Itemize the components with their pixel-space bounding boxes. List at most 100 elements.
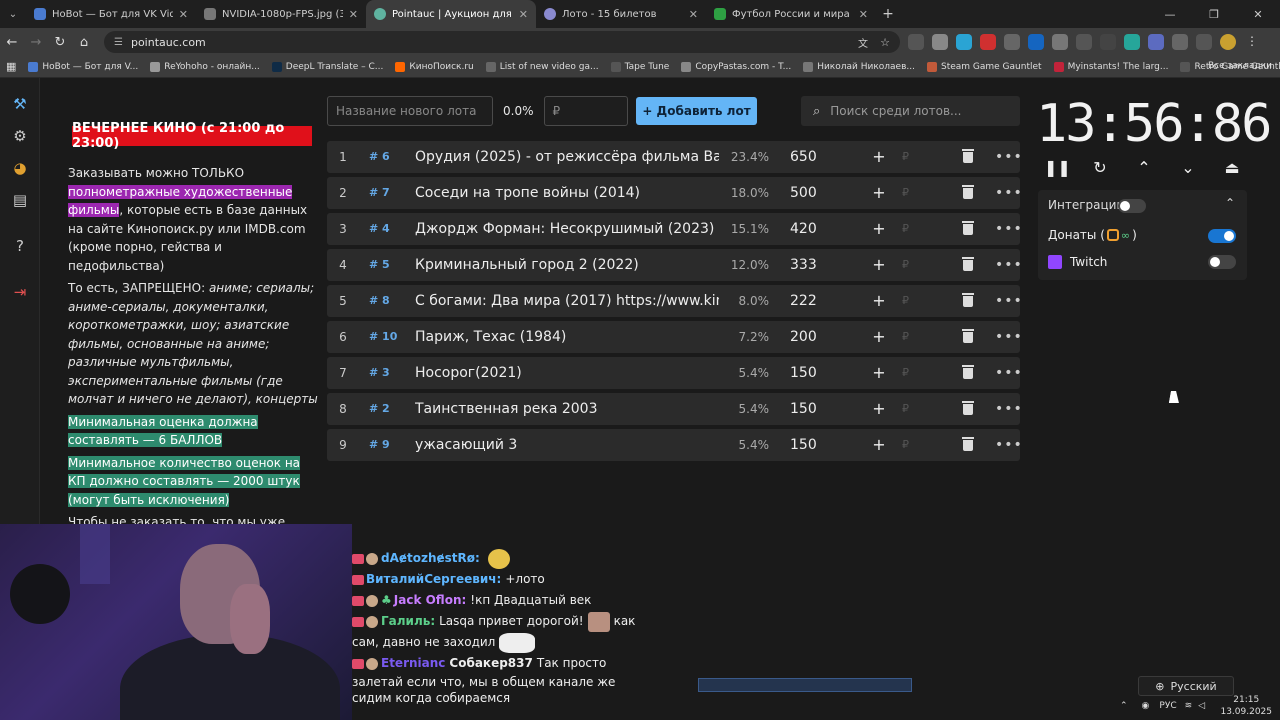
tray-chevron-icon[interactable]: ⌃ — [1120, 701, 1128, 711]
lot-name[interactable]: Соседи на тропе войны (2014) — [415, 177, 719, 209]
lot-name[interactable]: ужасающий 3 — [415, 429, 719, 461]
extension-icon[interactable] — [1148, 34, 1164, 50]
home-icon[interactable]: ⌂ — [72, 35, 96, 50]
lot-extra-input[interactable]: ₽ — [902, 393, 912, 425]
lot-add-amount-icon[interactable]: + — [872, 249, 886, 281]
timer-down-icon[interactable]: ⌄ — [1176, 158, 1200, 182]
tab-loto[interactable]: Лото - 15 билетов ✕ — [536, 0, 706, 28]
reload-icon[interactable]: ↻ — [48, 35, 72, 50]
puzzle-icon[interactable] — [1172, 34, 1188, 50]
close-window-icon[interactable]: ✕ — [1236, 8, 1280, 21]
more-options-icon[interactable]: ••• — [995, 249, 1022, 281]
help-icon[interactable]: ? — [10, 236, 30, 256]
delete-icon[interactable] — [962, 357, 975, 389]
lot-amount[interactable]: 150 — [790, 393, 830, 425]
bottom-action-bar[interactable] — [698, 678, 912, 692]
bookmark-item[interactable]: List of new video ga... — [480, 61, 605, 72]
auction-hammer-icon[interactable]: ⚒ — [10, 94, 30, 114]
close-icon[interactable]: ✕ — [519, 8, 528, 21]
tray-clock[interactable]: 21:15 13.09.2025 — [1220, 694, 1272, 718]
lot-amount[interactable]: 333 — [790, 249, 830, 281]
lot-name[interactable]: Криминальный город 2 (2022) — [415, 249, 719, 281]
extension-icon[interactable] — [1028, 34, 1044, 50]
lot-name[interactable]: Париж, Техас (1984) — [415, 321, 719, 353]
tab-pointauc[interactable]: Pointauc | Аукцион для стримеров ✕ — [366, 0, 536, 28]
lot-name[interactable]: Носорог(2021) — [415, 357, 719, 389]
more-options-icon[interactable]: ••• — [995, 285, 1022, 317]
donations-toggle[interactable] — [1208, 229, 1236, 243]
profile-avatar[interactable] — [1220, 34, 1236, 50]
lot-search-input[interactable]: ⌕ Поиск среди лотов... — [801, 96, 1020, 126]
lot-add-amount-icon[interactable]: + — [872, 213, 886, 245]
extension-icon[interactable] — [1052, 34, 1068, 50]
reset-icon[interactable]: ↻ — [1088, 158, 1112, 182]
new-lot-name-input[interactable]: Название нового лота — [327, 96, 493, 126]
lot-extra-input[interactable]: ₽ — [902, 141, 912, 173]
lot-extra-input[interactable]: ₽ — [902, 357, 912, 389]
bookmark-item[interactable]: Tape Tune — [605, 61, 676, 72]
wifi-icon[interactable]: ≋ — [1185, 701, 1193, 711]
tab-search-menu[interactable]: ⌄ — [0, 0, 26, 28]
extension-icon[interactable] — [1124, 34, 1140, 50]
forward-icon[interactable]: → — [24, 35, 48, 50]
volume-icon[interactable]: ◁ — [1198, 701, 1205, 711]
close-icon[interactable]: ✕ — [689, 8, 698, 21]
tab-football[interactable]: Футбол России и мира 2025 - ✕ — [706, 0, 876, 28]
lot-add-amount-icon[interactable]: + — [872, 393, 886, 425]
extension-icon[interactable] — [908, 34, 924, 50]
lot-extra-input[interactable]: ₽ — [902, 249, 912, 281]
delete-icon[interactable] — [962, 321, 975, 353]
pause-icon[interactable]: ❚❚ — [1044, 158, 1071, 182]
more-options-icon[interactable]: ••• — [995, 393, 1022, 425]
lot-add-amount-icon[interactable]: + — [872, 285, 886, 317]
bookmark-item[interactable]: HoBot — Бот для V... — [22, 61, 144, 72]
apps-grid-icon[interactable]: ▦ — [0, 60, 22, 73]
lot-add-amount-icon[interactable]: + — [872, 357, 886, 389]
download-icon[interactable] — [1196, 34, 1212, 50]
lot-add-amount-icon[interactable]: + — [872, 321, 886, 353]
delete-icon[interactable] — [962, 249, 975, 281]
extension-icon[interactable] — [1004, 34, 1020, 50]
lot-amount[interactable]: 420 — [790, 213, 830, 245]
site-info-icon[interactable]: ☰ — [114, 37, 123, 48]
lot-amount[interactable]: 150 — [790, 357, 830, 389]
chevron-up-icon[interactable]: ⌃ — [1225, 196, 1235, 210]
timer-up-icon[interactable]: ⌃ — [1132, 158, 1156, 182]
delete-icon[interactable] — [962, 393, 975, 425]
more-options-icon[interactable]: ••• — [995, 177, 1022, 209]
bookmark-item[interactable]: КиноПоиск.ru — [389, 61, 479, 72]
wheel-icon[interactable]: ◕ — [10, 158, 30, 178]
extension-icon[interactable] — [932, 34, 948, 50]
lot-amount[interactable]: 150 — [790, 429, 830, 461]
bookmark-item[interactable]: CopyPastas.com - T... — [675, 61, 797, 72]
extension-icon[interactable] — [1076, 34, 1092, 50]
bookmark-item[interactable]: ReYohoho - онлайн... — [144, 61, 266, 72]
more-options-icon[interactable]: ••• — [995, 213, 1022, 245]
lot-amount[interactable]: 650 — [790, 141, 830, 173]
integrations-toggle[interactable] — [1118, 199, 1146, 213]
lot-extra-input[interactable]: ₽ — [902, 213, 912, 245]
lot-amount[interactable]: 222 — [790, 285, 830, 317]
close-icon[interactable]: ✕ — [859, 8, 868, 21]
bookmark-star-icon[interactable]: ☆ — [880, 36, 890, 49]
all-bookmarks-button[interactable]: Все закладки — [1208, 61, 1272, 71]
timer-double-up-icon[interactable]: ⏏ — [1220, 158, 1244, 182]
lot-extra-input[interactable]: ₽ — [902, 285, 912, 317]
tray-app-icon[interactable]: ◉ — [1142, 701, 1150, 711]
lot-name[interactable]: Джордж Форман: Несокрушимый (2023) — [415, 213, 719, 245]
more-options-icon[interactable]: ••• — [995, 141, 1022, 173]
lot-extra-input[interactable]: ₽ — [902, 177, 912, 209]
delete-icon[interactable] — [962, 141, 975, 173]
bookmark-item[interactable]: Steam Game Gauntlet — [921, 61, 1048, 72]
minimize-icon[interactable]: — — [1148, 8, 1192, 21]
translate-icon[interactable]: 文 — [858, 35, 868, 50]
lot-extra-input[interactable]: ₽ — [902, 321, 912, 353]
more-options-icon[interactable]: ••• — [995, 357, 1022, 389]
address-bar[interactable]: ☰ pointauc.com 文 ☆ — [104, 31, 900, 53]
add-lot-button[interactable]: + Добавить лот — [636, 97, 757, 125]
more-options-icon[interactable]: ••• — [995, 429, 1022, 461]
clipboard-icon[interactable]: ▤ — [10, 190, 30, 210]
new-tab-icon[interactable]: + — [876, 6, 900, 22]
back-icon[interactable]: ← — [0, 35, 24, 50]
new-lot-amount-input[interactable]: ₽ — [543, 96, 628, 126]
